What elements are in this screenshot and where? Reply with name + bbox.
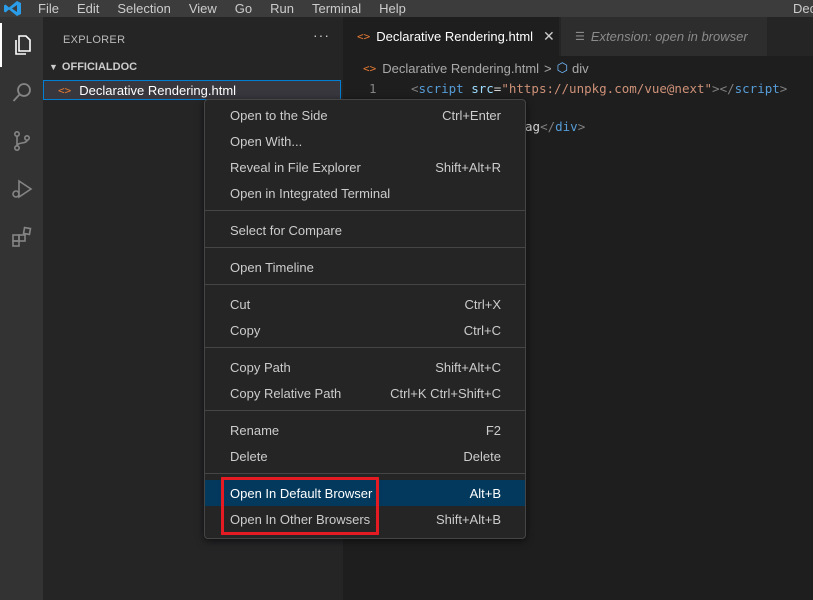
menu-separator: [205, 347, 525, 348]
explorer-icon[interactable]: [0, 23, 43, 67]
more-actions-icon[interactable]: ···: [313, 27, 330, 43]
tab-extension-open-in-browser[interactable]: ☰ Extension: open in browser: [561, 17, 767, 56]
activity-bar: [0, 17, 43, 600]
run-debug-icon[interactable]: [0, 167, 43, 211]
menu-selection[interactable]: Selection: [117, 0, 170, 17]
code-line-3: ag</div>: [525, 119, 586, 134]
breadcrumb-separator: >: [544, 60, 552, 76]
menu-item-open-in-other-browsers[interactable]: Open In Other Browsers Shift+Alt+B: [205, 506, 525, 532]
menu-go[interactable]: Go: [235, 0, 252, 17]
menu-item-open-to-side[interactable]: Open to the Side Ctrl+Enter: [205, 102, 525, 128]
menu-item-copy-path[interactable]: Copy Path Shift+Alt+C: [205, 354, 525, 380]
extensions-icon[interactable]: [0, 215, 43, 259]
menu-separator: [205, 247, 525, 248]
breadcrumb-symbol[interactable]: div: [572, 61, 589, 76]
source-control-icon[interactable]: [0, 119, 43, 163]
menu-item-copy-relative-path[interactable]: Copy Relative Path Ctrl+K Ctrl+Shift+C: [205, 380, 525, 406]
close-icon[interactable]: ✕: [543, 28, 555, 45]
tab-label: Extension: open in browser: [590, 29, 748, 44]
menu-item-open-in-terminal[interactable]: Open in Integrated Terminal: [205, 180, 525, 206]
menu-terminal[interactable]: Terminal: [312, 0, 361, 17]
folder-label: OFFICIALDOC: [61, 61, 138, 73]
menu-item-open-in-default-browser[interactable]: Open In Default Browser Alt+B: [205, 480, 525, 506]
breadcrumb-file[interactable]: Declarative Rendering.html: [382, 61, 539, 76]
symbol-icon: ⬡: [556, 60, 568, 75]
menu-separator: [205, 284, 525, 285]
menu-item-reveal-in-explorer[interactable]: Reveal in File Explorer Shift+Alt+R: [205, 154, 525, 180]
menu-bar: File Edit Selection View Go Run Terminal…: [38, 0, 424, 17]
html-file-icon: <>: [357, 30, 371, 43]
code-line-1: <script src="https://unpkg.com/vue@next"…: [411, 81, 788, 96]
menu-item-rename[interactable]: Rename F2: [205, 417, 525, 443]
html-file-icon: <>: [363, 61, 377, 75]
menu-item-delete[interactable]: Delete Delete: [205, 443, 525, 469]
context-menu: Open to the Side Ctrl+Enter Open With... …: [204, 99, 526, 539]
html-file-icon: <>: [58, 83, 72, 97]
sidebar-header: EXPLORER: [63, 34, 126, 46]
tab-declarative-rendering[interactable]: <> Declarative Rendering.html ✕: [343, 17, 559, 56]
menu-view[interactable]: View: [189, 0, 217, 17]
folder-officialdoc[interactable]: ▼ OFFICIALDOC: [49, 61, 137, 73]
menu-item-cut[interactable]: Cut Ctrl+X: [205, 291, 525, 317]
file-label: Declarative Rendering.html: [79, 82, 237, 98]
menu-edit[interactable]: Edit: [77, 0, 99, 17]
file-item-declarative-rendering[interactable]: <> Declarative Rendering.html: [43, 80, 341, 100]
menu-item-open-with[interactable]: Open With...: [205, 128, 525, 154]
vscode-logo-icon: [2, 0, 24, 17]
tab-label: Declarative Rendering.html: [376, 29, 534, 44]
title-bar: File Edit Selection View Go Run Terminal…: [0, 0, 813, 17]
menu-separator: [205, 210, 525, 211]
menu-run[interactable]: Run: [270, 0, 294, 17]
menu-file[interactable]: File: [38, 0, 59, 17]
search-icon[interactable]: [0, 71, 43, 115]
menu-separator: [205, 473, 525, 474]
menu-separator: [205, 410, 525, 411]
chevron-down-icon: ▼: [49, 62, 58, 72]
line-number: 1: [369, 81, 377, 96]
menu-help[interactable]: Help: [379, 0, 406, 17]
menu-item-copy[interactable]: Copy Ctrl+C: [205, 317, 525, 343]
breadcrumb: <> Declarative Rendering.html > ⬡ div: [343, 57, 813, 79]
menu-item-open-timeline[interactable]: Open Timeline: [205, 254, 525, 280]
window-title: Dec: [793, 1, 813, 16]
extension-icon: ☰: [575, 30, 585, 43]
menu-item-select-for-compare[interactable]: Select for Compare: [205, 217, 525, 243]
editor-tabs: <> Declarative Rendering.html ✕ ☰ Extens…: [343, 17, 813, 56]
